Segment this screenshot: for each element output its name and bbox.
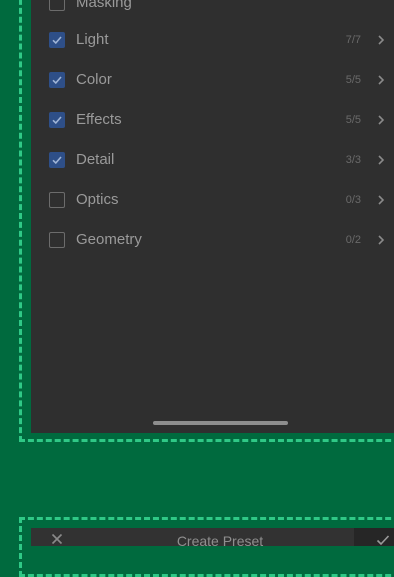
create-preset-bar: Create Preset [31,528,394,546]
masking-checkbox[interactable] [49,0,65,11]
setting-row-masking[interactable]: Masking [31,0,394,18]
setting-label: Light [76,31,109,48]
detail-checkbox[interactable] [49,152,65,168]
setting-label: Color [76,71,112,88]
setting-label: Optics [76,191,119,208]
setting-label: Effects [76,111,122,128]
setting-count: 3/3 [345,154,361,166]
setting-row-geometry[interactable]: Geometry 0/2 [31,227,394,255]
effects-checkbox[interactable] [49,112,65,128]
setting-count: 7/7 [345,34,361,46]
checkmark-icon [52,76,62,85]
chevron-right-icon[interactable] [376,192,386,208]
bar-title: Create Preset [176,533,264,546]
optics-checkbox[interactable] [49,192,65,208]
geometry-checkbox[interactable] [49,232,65,248]
setting-row-optics[interactable]: Optics 0/3 [31,187,394,215]
confirm-button[interactable] [354,528,394,546]
light-checkbox[interactable] [49,32,65,48]
settings-panel: Masking Light 7/7 Color 5/5 Effects 5/5 … [31,0,394,433]
bottom-bar-highlight-frame [19,517,394,577]
setting-row-effects[interactable]: Effects 5/5 [31,107,394,135]
setting-label: Masking [76,0,132,11]
color-checkbox[interactable] [49,72,65,88]
checkmark-icon [52,156,62,165]
setting-count: 5/5 [345,74,361,86]
setting-row-light[interactable]: Light 7/7 [31,27,394,55]
setting-label: Detail [76,151,115,168]
chevron-right-icon[interactable] [376,112,386,128]
chevron-right-icon[interactable] [376,152,386,168]
setting-count: 5/5 [345,114,361,126]
chevron-right-icon[interactable] [376,32,386,48]
chevron-right-icon[interactable] [376,72,386,88]
setting-row-color[interactable]: Color 5/5 [31,67,394,95]
setting-label: Geometry [76,231,142,248]
setting-row-detail[interactable]: Detail 3/3 [31,147,394,175]
home-indicator[interactable] [153,421,288,425]
chevron-right-icon[interactable] [376,232,386,248]
setting-count: 0/3 [345,194,361,206]
setting-count: 0/2 [345,234,361,246]
checkmark-icon [376,535,390,546]
checkmark-icon [52,116,62,125]
checkmark-icon [52,36,62,45]
